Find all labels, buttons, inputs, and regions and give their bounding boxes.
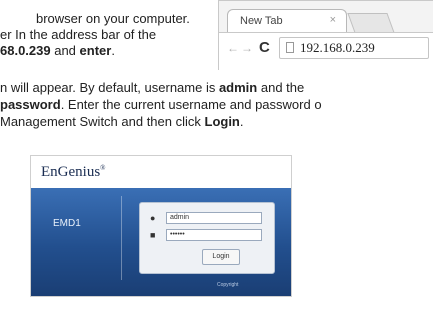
panel-divider: [121, 196, 122, 280]
lock-icon: ■: [150, 230, 156, 240]
address-bar[interactable]: 192.168.0.239: [279, 37, 429, 59]
login-screenshot: EnGenius® EMD1 ● admin ■ •••••• Login Co…: [30, 155, 292, 297]
login-form: ● admin ■ •••••• Login: [139, 202, 275, 274]
browser-tab[interactable]: New Tab ×: [227, 9, 347, 33]
reload-icon[interactable]: C: [259, 39, 270, 56]
forward-arrow-icon[interactable]: →: [241, 41, 253, 55]
device-name: EMD1: [53, 218, 81, 229]
logo-text: EnGenius: [41, 164, 101, 180]
browser-window: New Tab × ← → C 192.168.0.239: [218, 0, 433, 71]
tab-title: New Tab: [240, 15, 283, 27]
page-icon: [286, 42, 294, 53]
username-input[interactable]: admin: [166, 212, 262, 224]
instruction-line-2: er In the address bar of the: [0, 27, 157, 42]
instruction-line-6: Management Switch and then click Login.: [0, 114, 244, 129]
password-input[interactable]: ••••••: [166, 229, 262, 241]
instruction-line-4: n will appear. By default, username is a…: [0, 80, 305, 95]
engenius-logo: EnGenius®: [41, 164, 106, 181]
instruction-line-3: 68.0.239 and enter.: [0, 43, 115, 58]
user-icon: ●: [150, 213, 156, 223]
panel-footer: Copyright: [217, 282, 239, 288]
instruction-line-1: browser on your computer.: [36, 11, 190, 26]
tab-close-icon[interactable]: ×: [330, 14, 336, 26]
login-button[interactable]: Login: [202, 249, 240, 265]
back-arrow-icon[interactable]: ←: [227, 41, 239, 55]
login-panel: EMD1 ● admin ■ •••••• Login Copyright: [31, 188, 291, 296]
logo-mark: ®: [100, 164, 106, 172]
instruction-line-5: password. Enter the current username and…: [0, 97, 322, 112]
address-text[interactable]: 192.168.0.239: [300, 40, 375, 56]
browser-toolbar: ← → C 192.168.0.239: [219, 32, 433, 71]
new-tab-button[interactable]: [347, 13, 395, 33]
